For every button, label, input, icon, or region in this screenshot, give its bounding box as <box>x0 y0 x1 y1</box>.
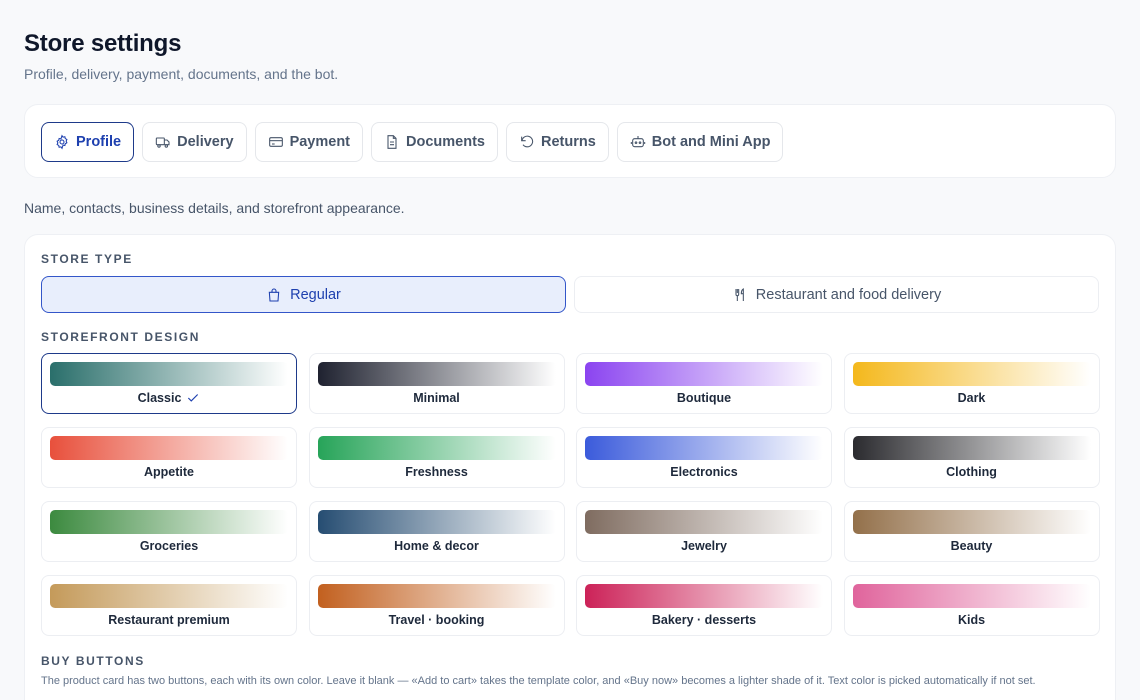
tab-label: Delivery <box>177 134 234 150</box>
design-name-text: Freshness <box>405 465 468 479</box>
store-type-restaurant-button[interactable]: Restaurant and food delivery <box>574 276 1099 313</box>
section-description: Name, contacts, business details, and st… <box>24 200 405 216</box>
store-type-label-text: Restaurant and food delivery <box>755 286 942 303</box>
design-name-text: Jewelry <box>681 539 727 553</box>
design-swatch <box>852 510 1091 534</box>
design-name: Beauty <box>845 539 1099 553</box>
design-swatch <box>50 436 288 460</box>
design-name-text: Boutique <box>676 391 732 405</box>
design-option[interactable]: Travel · booking <box>308 575 565 636</box>
store-type-label: STORE TYPE <box>41 252 133 266</box>
design-option[interactable]: Classic <box>41 353 297 414</box>
shopping-bag-icon <box>268 287 280 302</box>
design-swatch <box>317 362 556 386</box>
design-option[interactable]: Bakery · desserts <box>576 575 832 636</box>
design-option[interactable]: Restaurant premium <box>41 575 297 636</box>
credit-card-icon <box>268 137 283 147</box>
tab-label: Returns <box>540 134 596 150</box>
design-name-text: Home & decor <box>394 539 479 553</box>
bot-icon <box>630 136 645 148</box>
utensils-icon <box>735 287 744 301</box>
design-option[interactable]: Kids <box>843 575 1100 636</box>
design-swatch <box>50 584 288 608</box>
store-type-regular-button[interactable]: Regular <box>41 276 566 313</box>
design-name: Groceries <box>42 539 296 553</box>
profile-card: STORE TYPE Regular Restaurant and food d… <box>24 234 1116 700</box>
design-name-text: Restaurant premium <box>108 613 230 627</box>
design-option[interactable]: Groceries <box>41 501 297 562</box>
design-name: Jewelry <box>577 539 831 553</box>
design-option[interactable]: Home & decor <box>308 501 565 562</box>
checkmark-icon <box>188 394 199 402</box>
design-swatch <box>585 510 823 534</box>
document-icon <box>387 135 397 149</box>
design-swatch <box>317 436 556 460</box>
design-name-text: Bakery · desserts <box>651 613 757 627</box>
design-name: Home & decor <box>310 539 564 553</box>
design-swatch <box>852 436 1091 460</box>
design-name-text: Travel · booking <box>388 613 485 627</box>
design-swatch <box>585 436 823 460</box>
design-option[interactable]: Appetite <box>41 427 297 488</box>
tab-delivery[interactable]: Delivery <box>142 122 247 162</box>
tab-returns[interactable]: Returns <box>505 122 609 162</box>
design-swatch <box>585 584 823 608</box>
design-name-text: Kids <box>957 613 986 627</box>
tab-payment[interactable]: Payment <box>254 122 364 162</box>
design-name-text: Appetite <box>144 465 194 479</box>
store-type-label-text: Regular <box>290 286 341 303</box>
tab-label: Bot and Mini App <box>651 134 771 150</box>
design-name-text: Clothing <box>946 465 997 479</box>
undo-icon <box>521 135 534 148</box>
page-subtitle: Profile, delivery, payment, documents, a… <box>24 66 339 82</box>
tab-bot-and-mini-app[interactable]: Bot and Mini App <box>616 122 784 162</box>
design-name-text: Classic <box>137 391 182 405</box>
design-option[interactable]: Electronics <box>576 427 832 488</box>
design-name-text: Dark <box>957 391 986 405</box>
design-name: Bakery · desserts <box>577 613 831 627</box>
design-name-text: Minimal <box>413 391 460 405</box>
design-option[interactable]: Dark <box>843 353 1100 414</box>
design-name: Restaurant premium <box>42 613 296 627</box>
design-name: Minimal <box>310 391 564 405</box>
design-name-text: Beauty <box>950 539 993 553</box>
tab-bar: Profile Delivery Payment Documents Retur… <box>41 122 784 162</box>
tab-profile[interactable]: Profile <box>41 122 135 162</box>
design-swatch <box>50 362 288 386</box>
buy-buttons-label: BUY BUTTONS <box>41 654 145 668</box>
design-option[interactable]: Jewelry <box>576 501 832 562</box>
design-name: Electronics <box>577 465 831 479</box>
truck-icon <box>155 137 170 148</box>
design-name: Dark <box>845 391 1099 405</box>
design-name: Freshness <box>310 465 564 479</box>
design-name: Classic <box>42 391 296 405</box>
design-swatch <box>50 510 288 534</box>
design-swatch <box>317 510 556 534</box>
design-swatch <box>852 362 1091 386</box>
design-swatch <box>585 362 823 386</box>
design-name: Boutique <box>577 391 831 405</box>
gear-icon <box>56 134 68 150</box>
buy-buttons-description: The product card has two buttons, each w… <box>41 675 1036 687</box>
design-name-text: Groceries <box>139 539 199 553</box>
storefront-design-label: STOREFRONT DESIGN <box>41 330 200 344</box>
tabs-card: Profile Delivery Payment Documents Retur… <box>24 104 1116 178</box>
design-swatch <box>852 584 1091 608</box>
tab-documents[interactable]: Documents <box>371 122 498 162</box>
design-name: Travel · booking <box>310 613 564 627</box>
design-name: Clothing <box>845 465 1099 479</box>
design-name-text: Electronics <box>670 465 738 479</box>
design-option[interactable]: Beauty <box>843 501 1100 562</box>
design-option[interactable]: Freshness <box>308 427 565 488</box>
tab-label: Documents <box>406 134 485 150</box>
design-swatch <box>317 584 556 608</box>
tab-label: Payment <box>289 134 351 150</box>
page-title: Store settings <box>24 30 182 57</box>
design-option[interactable]: Boutique <box>576 353 832 414</box>
design-name: Appetite <box>42 465 296 479</box>
tab-label: Profile <box>76 134 122 150</box>
design-option[interactable]: Minimal <box>308 353 565 414</box>
design-name: Kids <box>845 613 1099 627</box>
design-option[interactable]: Clothing <box>843 427 1100 488</box>
